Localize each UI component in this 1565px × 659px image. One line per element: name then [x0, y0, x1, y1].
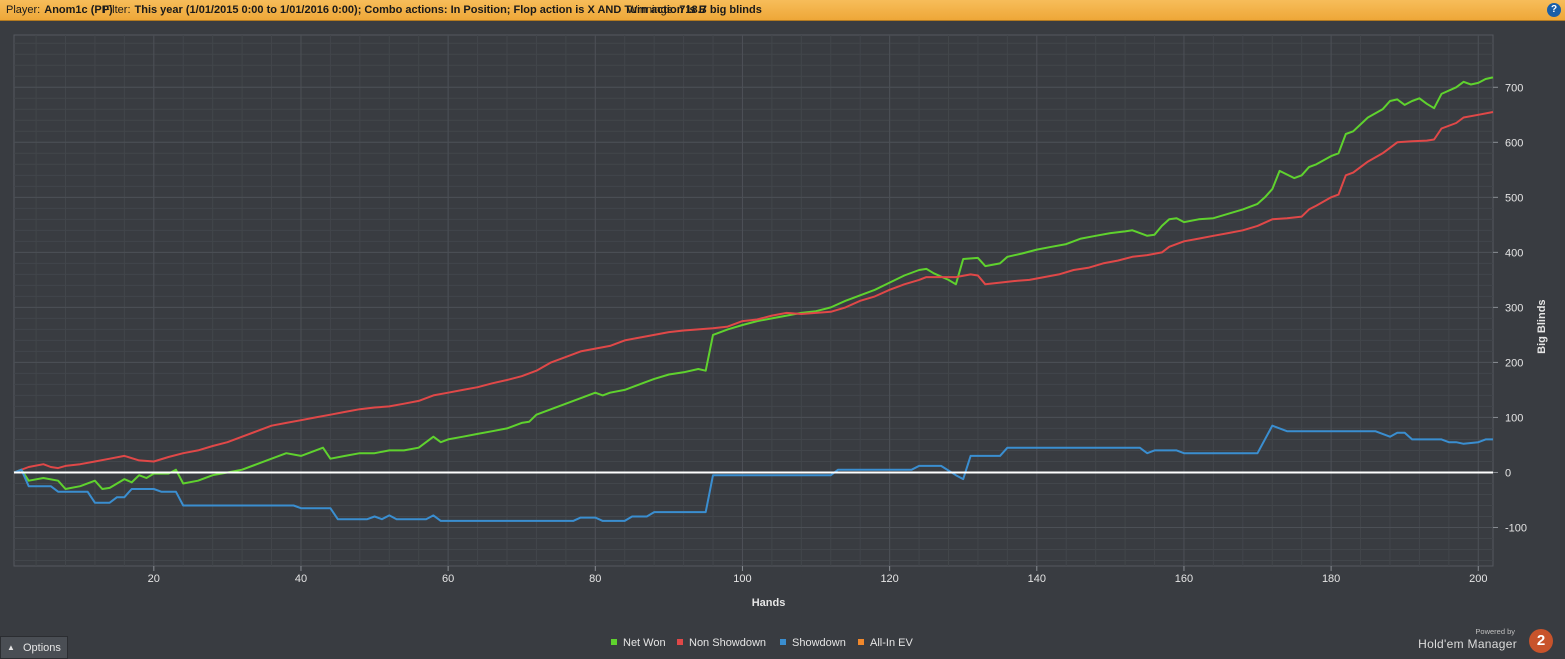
- x-tick-label: 20: [148, 573, 160, 585]
- legend-label: All-In EV: [870, 637, 913, 649]
- filter-label: Filter:: [103, 4, 131, 16]
- brand-logo: Powered by Hold'em Manager 2: [1417, 627, 1553, 655]
- y-axis-label: Big Blinds: [1536, 299, 1548, 353]
- player-label: Player:: [6, 4, 41, 16]
- legend-label: Non Showdown: [689, 637, 767, 649]
- y-tick-label: 700: [1505, 82, 1523, 94]
- filter-header-bar: Player: Anom1c (PP) Filter: This year (1/0…: [0, 0, 1565, 21]
- chart-legend: Net Won Non Showdown Showdown All-In EV: [0, 637, 1565, 653]
- legend-item-showdown[interactable]: Showdown: [780, 637, 846, 649]
- legend-item-non-showdown[interactable]: Non Showdown: [677, 637, 766, 649]
- powered-by-text: Powered by: [1475, 627, 1515, 636]
- x-axis-label: Hands: [752, 597, 786, 609]
- x-tick-label: 160: [1175, 573, 1193, 585]
- legend-item-net-won[interactable]: Net Won: [611, 637, 666, 649]
- x-tick-label: 180: [1322, 573, 1340, 585]
- help-icon[interactable]: ?: [1547, 3, 1561, 17]
- winnings-info: Winnings: 718.7 big blinds: [627, 0, 762, 21]
- x-tick-label: 200: [1469, 573, 1487, 585]
- y-tick-label: 500: [1505, 192, 1523, 204]
- filter-value: This year (1/01/2015 0:00 to 1/01/2016 0…: [134, 4, 707, 16]
- plot-background: [13, 34, 1494, 567]
- y-tick-label: 200: [1505, 357, 1523, 369]
- winnings-label: Winnings:: [627, 4, 676, 16]
- x-tick-label: 120: [880, 573, 898, 585]
- x-tick-label: 100: [733, 573, 751, 585]
- x-tick-label: 40: [295, 573, 307, 585]
- y-tick-label: -100: [1505, 522, 1527, 534]
- x-tick-label: 60: [442, 573, 454, 585]
- player-info: Player: Anom1c (PP): [6, 0, 113, 21]
- y-tick-label: 0: [1505, 467, 1511, 479]
- x-tick-label: 140: [1028, 573, 1046, 585]
- legend-item-all-in-ev[interactable]: All-In EV: [858, 637, 913, 649]
- filter-info: Filter: This year (1/01/2015 0:00 to 1/01…: [103, 0, 707, 21]
- plot-area: [13, 34, 1494, 567]
- y-tick-label: 600: [1505, 137, 1523, 149]
- y-tick-label: 300: [1505, 302, 1523, 314]
- x-tick-label: 80: [589, 573, 601, 585]
- legend-swatch: [858, 639, 864, 645]
- legend-label: Showdown: [792, 637, 846, 649]
- legend-swatch: [780, 639, 786, 645]
- legend-label: Net Won: [623, 637, 666, 649]
- y-tick-label: 400: [1505, 247, 1523, 259]
- brand-badge-icon: 2: [1529, 629, 1553, 653]
- legend-swatch: [611, 639, 617, 645]
- winnings-chart: -100 0 100 200 300 400 500 600 700 20 40 60 80 100 120…: [13, 34, 1548, 609]
- legend-swatch: [677, 639, 683, 645]
- winnings-value: 718.7 big blinds: [679, 4, 762, 16]
- brand-name: Hold'em Manager: [1418, 637, 1517, 651]
- y-tick-label: 100: [1505, 412, 1523, 424]
